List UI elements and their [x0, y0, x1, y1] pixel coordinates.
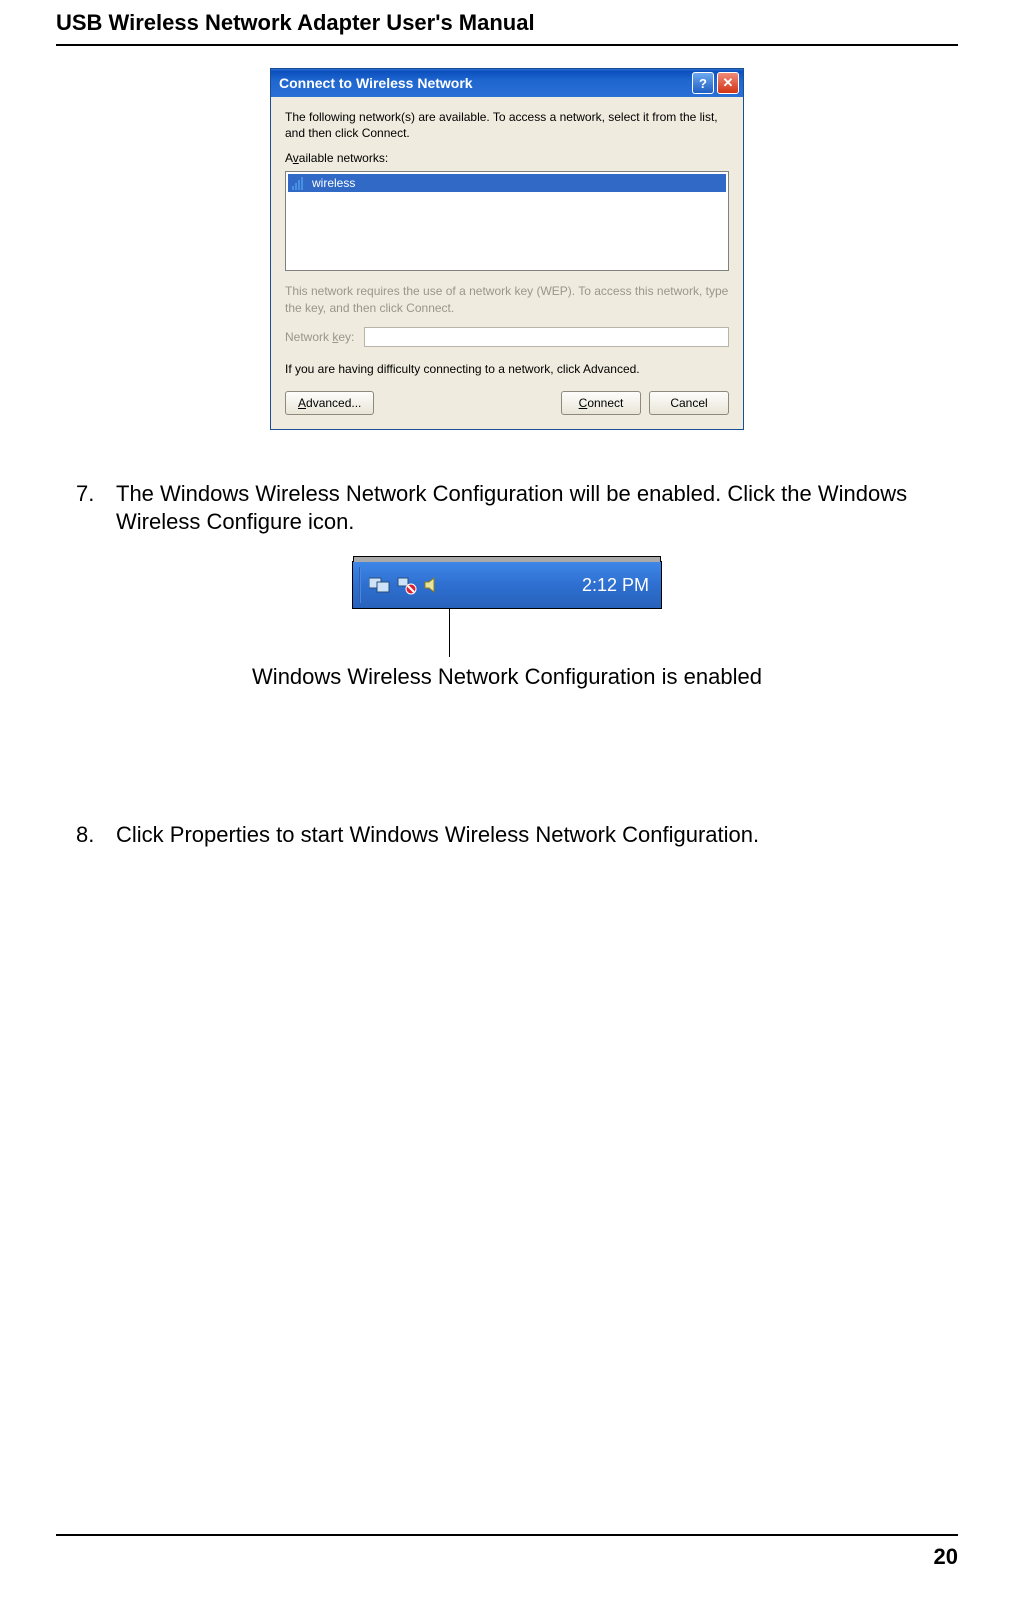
connect-accel: C	[579, 396, 588, 410]
instruction-list-2: 8. Click Properties to start Windows Wir…	[56, 821, 958, 849]
tray-clock: 2:12 PM	[447, 575, 655, 596]
network-list-item[interactable]: wireless	[288, 174, 726, 192]
dialog-title: Connect to Wireless Network	[279, 75, 689, 91]
step-8: 8. Click Properties to start Windows Wir…	[76, 821, 938, 849]
cancel-button[interactable]: Cancel	[649, 391, 729, 415]
page-number: 20	[934, 1544, 958, 1569]
wep-note: This network requires the use of a netwo…	[285, 283, 729, 317]
difficulty-text: If you are having difficulty connecting …	[285, 361, 729, 377]
step-number: 7.	[76, 480, 116, 535]
systray-figure: 2:12 PM	[56, 561, 958, 609]
header-title: USB Wireless Network Adapter User's Manu…	[56, 10, 958, 36]
wifi-signal-icon	[292, 176, 306, 190]
volume-icon[interactable]	[421, 574, 443, 596]
tray-caption: Windows Wireless Network Configuration i…	[56, 663, 958, 691]
dialog-body: The following network(s) are available. …	[271, 97, 743, 429]
dialog-intro: The following network(s) are available. …	[285, 109, 729, 141]
network-key-label: Network key:	[285, 330, 354, 344]
advanced-button[interactable]: Advanced...	[285, 391, 374, 415]
help-icon: ?	[699, 76, 707, 91]
step-text: Click Properties to start Windows Wirele…	[116, 821, 759, 849]
connect-wireless-dialog: Connect to Wireless Network ? ✕ The foll…	[270, 68, 744, 430]
step-number: 8.	[76, 821, 116, 849]
network-name: wireless	[312, 176, 355, 190]
connect-button[interactable]: Connect	[561, 391, 641, 415]
wireless-config-icon[interactable]	[395, 574, 417, 596]
tray-separator	[359, 567, 361, 603]
available-networks-label: Available networks:	[285, 151, 729, 165]
network-key-input[interactable]	[364, 327, 729, 347]
network-key-row: Network key:	[285, 327, 729, 347]
help-button[interactable]: ?	[692, 72, 714, 94]
page-footer: 20	[56, 1534, 958, 1570]
dialog-titlebar: Connect to Wireless Network ? ✕	[271, 69, 743, 97]
system-tray: 2:12 PM	[352, 561, 662, 609]
advanced-accel: A	[298, 396, 306, 410]
callout-line	[449, 609, 450, 657]
instruction-list: 7. The Windows Wireless Network Configur…	[56, 480, 958, 535]
page-header: USB Wireless Network Adapter User's Manu…	[56, 0, 958, 46]
available-networks-listbox[interactable]: wireless	[285, 171, 729, 271]
close-button[interactable]: ✕	[717, 72, 739, 94]
network-monitors-icon[interactable]	[369, 574, 391, 596]
step-7: 7. The Windows Wireless Network Configur…	[76, 480, 938, 535]
close-icon: ✕	[723, 75, 734, 91]
step-text: The Windows Wireless Network Configurati…	[116, 480, 938, 535]
